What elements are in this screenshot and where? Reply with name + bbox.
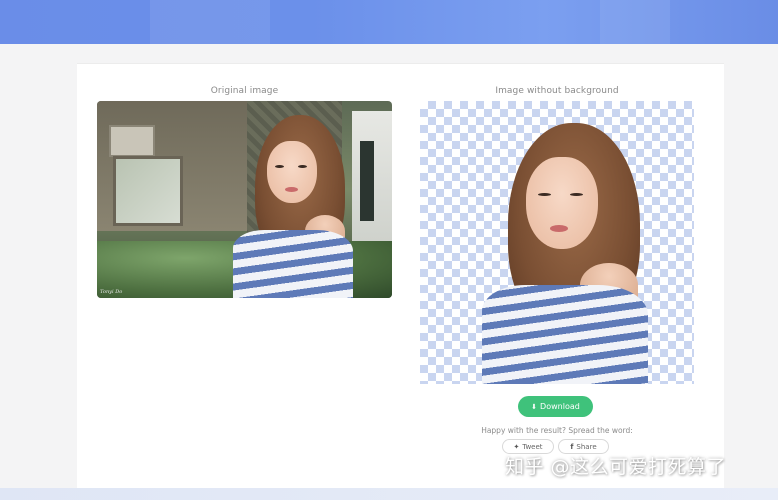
photo-window <box>113 156 183 226</box>
person-figure <box>233 115 355 298</box>
person-cutout <box>482 123 652 384</box>
bottom-band <box>0 488 778 500</box>
download-button[interactable]: ⬇ Download <box>518 396 593 417</box>
photo-aircon <box>109 125 155 157</box>
header-decoration <box>150 0 270 44</box>
no-background-title: Image without background <box>495 86 619 96</box>
original-image-title: Original image <box>210 86 279 96</box>
share-label: Share <box>576 442 597 451</box>
download-label: Download <box>540 402 580 411</box>
transparent-result-image <box>420 101 694 384</box>
tweet-label: Tweet <box>522 442 543 451</box>
twitter-icon: ✦ <box>513 442 520 451</box>
spread-word-text: Happy with the result? Spread the word: <box>481 426 633 435</box>
photo-door <box>352 111 392 241</box>
original-image: Tonyi Do <box>97 101 392 298</box>
facebook-icon: f <box>570 442 574 451</box>
watermark: 知乎 @这么可爱打死算了 <box>505 456 727 478</box>
header-decoration <box>600 0 670 44</box>
header-band <box>0 0 778 44</box>
photo-signature: Tonyi Do <box>100 289 123 295</box>
download-icon: ⬇ <box>531 402 538 411</box>
